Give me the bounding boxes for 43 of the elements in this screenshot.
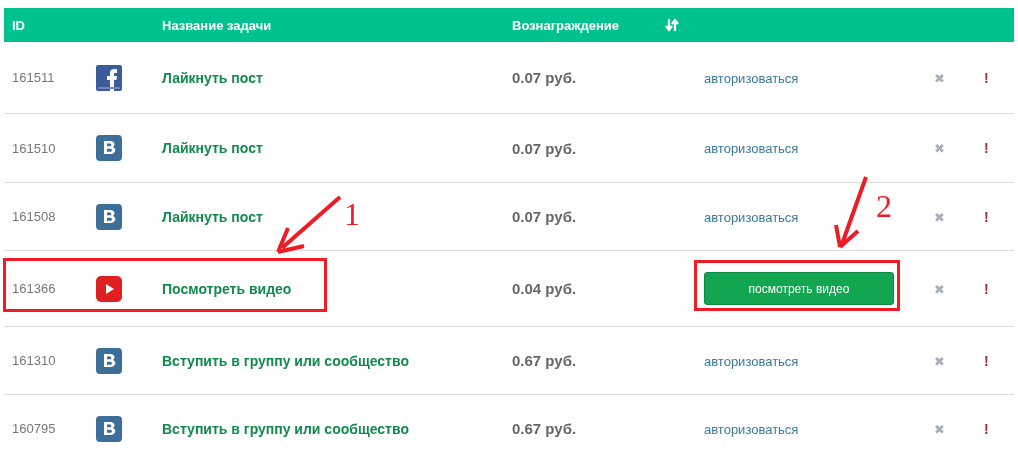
watch-video-button[interactable]: посмотреть видео [704,272,894,305]
authorize-link[interactable]: авторизоваться [692,421,799,437]
authorize-link[interactable]: авторизоваться [692,141,799,156]
vk-icon [96,135,122,161]
sort-icon[interactable] [665,18,680,32]
task-name: Посмотреть видео [162,280,292,297]
authorize-link[interactable]: авторизоваться [692,353,799,369]
task-name: Вступить в группу или сообщество [162,420,409,437]
task-id: 161310 [12,353,56,368]
column-header: ID [11,17,26,33]
task-name: Лайкнуть пост [162,208,263,225]
arrow [274,194,344,256]
reward: 0.04 руб. [512,280,577,297]
report-icon[interactable]: ! [972,140,989,156]
vk-icon [96,347,122,374]
authorize-link[interactable]: авторизоваться [692,209,799,225]
vk-icon [96,203,122,230]
reward: 0.07 руб. [512,69,577,86]
vk-icon [96,415,122,442]
task-id: 161510 [12,140,56,156]
task-id: 161366 [12,281,56,296]
column-header: Название задачи [161,17,273,33]
reward: 0.67 руб. [512,352,577,369]
report-icon[interactable]: ! [972,208,989,225]
task-name: Лайкнуть пост [162,69,263,86]
task-id: 161511 [12,70,55,85]
task-id: 161508 [12,209,56,224]
play-icon [96,275,122,302]
facebook-icon [96,64,122,91]
report-icon[interactable]: ! [972,352,989,369]
report-icon[interactable]: ! [972,69,989,86]
column-header: Вознаграждение [512,17,620,33]
report-icon[interactable]: ! [972,280,989,297]
reward: 0.67 руб. [512,420,577,437]
task-id: 160795 [12,421,56,436]
reward: 0.07 руб. [512,208,577,225]
reward: 0.07 руб. [512,139,577,157]
annotation-number: 2 [876,188,892,225]
annotation-number: 1 [344,196,360,233]
authorize-link[interactable]: авторизоваться [692,70,799,86]
task-name: Лайкнуть пост [162,140,263,156]
report-icon[interactable]: ! [972,420,989,437]
task-name: Вступить в группу или сообщество [162,352,409,369]
